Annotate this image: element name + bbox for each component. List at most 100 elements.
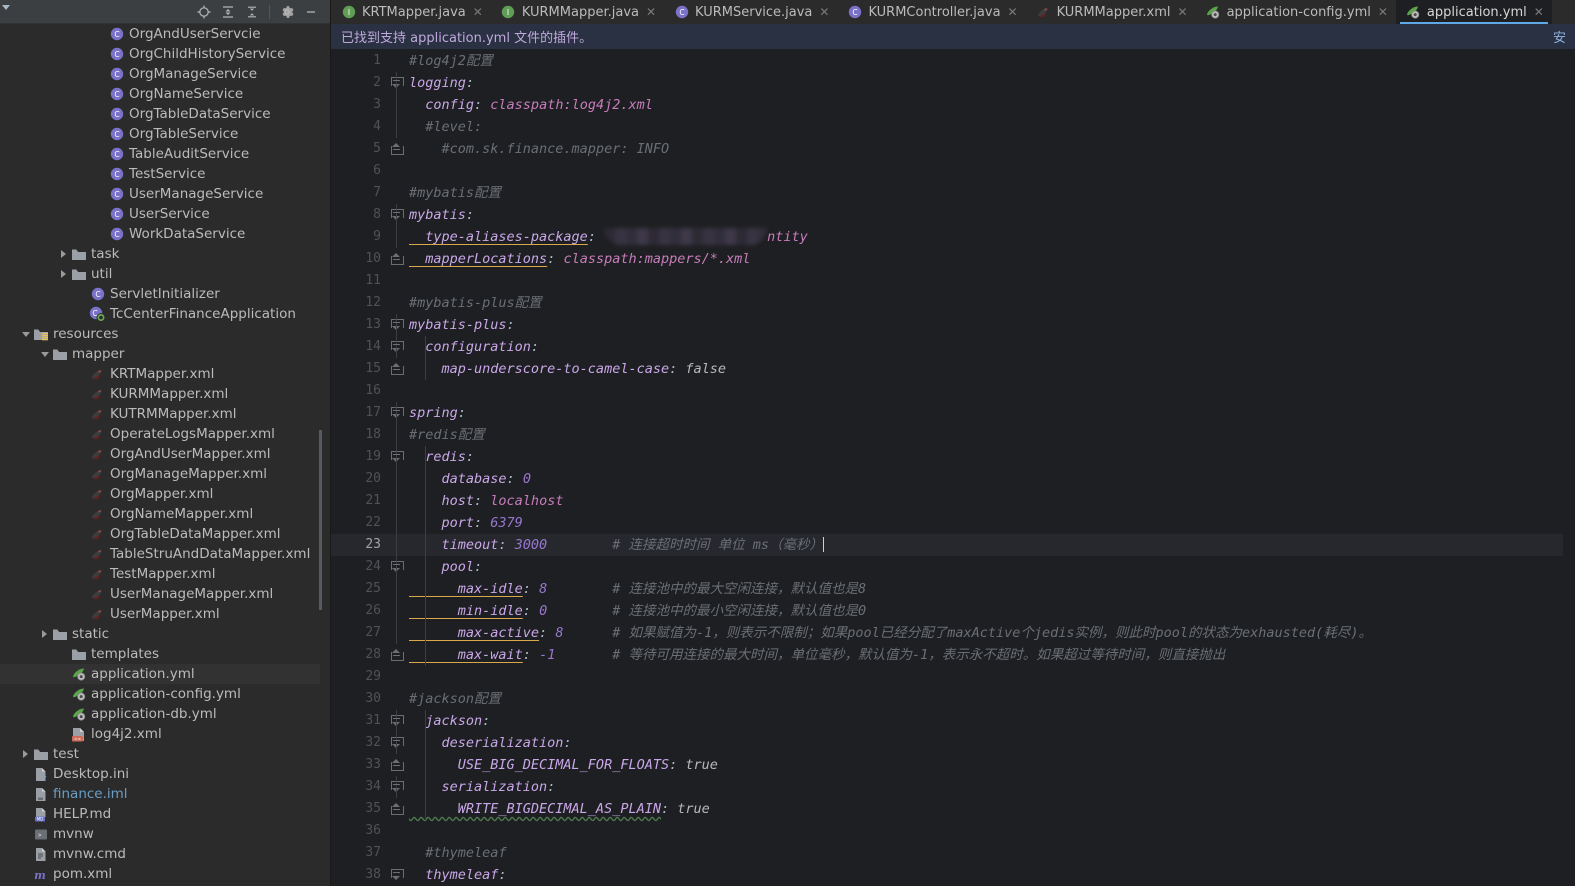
tree-item[interactable]: C TcCenterFinanceApplication [0, 304, 330, 324]
tree-item[interactable]: C ServletInitializer [0, 284, 330, 304]
editor-tab-kurmcontroller-java[interactable]: C KURMController.java ✕ [837, 0, 1025, 24]
code-line[interactable]: host: localhost [403, 490, 1575, 512]
tree-item[interactable]: resources [0, 324, 330, 344]
collapse-all-icon[interactable] [241, 2, 263, 22]
expand-all-icon[interactable] [217, 2, 239, 22]
tool-window-chevron-icon[interactable] [2, 5, 10, 10]
tab-close-icon[interactable]: ✕ [1178, 5, 1188, 19]
tree-item[interactable]: OrgNameMapper.xml [0, 504, 330, 524]
tree-item[interactable]: C OrgManageService [0, 64, 330, 84]
tree-item[interactable]: MD HELP.md [0, 804, 330, 824]
code-line[interactable]: mapperLocations: classpath:mappers/*.xml [403, 248, 1575, 270]
code-line[interactable]: serialization: [403, 776, 1575, 798]
tree-item[interactable]: C UserManageService [0, 184, 330, 204]
code-line[interactable]: database: 0 [403, 468, 1575, 490]
tree-item[interactable]: OperateLogsMapper.xml [0, 424, 330, 444]
tree-item[interactable]: C OrgTableService [0, 124, 330, 144]
tree-expand-arrow-icon[interactable] [38, 344, 51, 364]
tree-item[interactable]: TableStruAndDataMapper.xml [0, 544, 330, 564]
editor-marker-gutter[interactable] [1563, 50, 1575, 886]
editor-tab-application-yml[interactable]: application.yml ✕ [1395, 0, 1552, 24]
tree-item[interactable]: C OrgChildHistoryService [0, 44, 330, 64]
editor-tab-kurmmapper-java[interactable]: I KURMMapper.java ✕ [491, 0, 664, 24]
code-line[interactable]: deserialization: [403, 732, 1575, 754]
code-line[interactable]: mybatis-plus: [403, 314, 1575, 336]
minimize-icon[interactable] [300, 2, 322, 22]
tree-item[interactable]: OrgTableDataMapper.xml [0, 524, 330, 544]
code-line[interactable]: thymeleaf: [403, 864, 1575, 886]
editor-tab-bar[interactable]: I KRTMapper.java ✕ I KURMMapper.java ✕ C KURMSe… [331, 0, 1575, 24]
code-line[interactable]: #mybatis配置 [403, 182, 1575, 204]
tree-item[interactable]: C UserService [0, 204, 330, 224]
code-line[interactable]: USE_BIG_DECIMAL_FOR_FLOATS: true [403, 754, 1575, 776]
tree-item[interactable]: application-config.yml [0, 684, 330, 704]
tree-item[interactable]: OrgManageMapper.xml [0, 464, 330, 484]
sidebar-scrollbar[interactable] [319, 430, 322, 610]
code-line[interactable]: #thymeleaf [403, 842, 1575, 864]
settings-gear-icon[interactable] [276, 2, 298, 22]
tree-item[interactable]: util [0, 264, 330, 284]
tree-expand-arrow-icon[interactable] [19, 324, 32, 344]
fold-end-icon[interactable] [391, 649, 404, 661]
tree-item[interactable]: TestMapper.xml [0, 564, 330, 584]
code-line[interactable]: WRITE_BIGDECIMAL_AS_PLAIN: true [403, 798, 1575, 820]
editor-tab-kurmmapper-xml[interactable]: KURMMapper.xml ✕ [1026, 0, 1196, 24]
code-line[interactable]: mybatis: [403, 204, 1575, 226]
code-line[interactable]: #com.sk.finance.mapper: INFO [403, 138, 1575, 160]
tree-expand-arrow-icon[interactable] [57, 244, 70, 264]
code-line[interactable] [403, 820, 1575, 842]
tab-close-icon[interactable]: ✕ [819, 5, 829, 19]
tree-item[interactable]: C TestService [0, 164, 330, 184]
code-line[interactable]: spring: [403, 402, 1575, 424]
code-line[interactable]: type-aliases-package: ntity [403, 226, 1575, 248]
tree-item[interactable]: test [0, 744, 330, 764]
code-line[interactable] [403, 380, 1575, 402]
notification-action-link[interactable]: 安 [1553, 27, 1567, 46]
code-line[interactable]: #redis配置 [403, 424, 1575, 446]
code-line[interactable]: port: 6379 [403, 512, 1575, 534]
code-line[interactable]: #log4j2配置 [403, 50, 1575, 72]
tree-item[interactable]: C OrgTableDataService [0, 104, 330, 124]
code-line[interactable]: min-idle: 0 # 连接池中的最小空闲连接，默认值也是0 [403, 600, 1575, 622]
tree-item[interactable]: task [0, 244, 330, 264]
tree-item[interactable]: OrgMapper.xml [0, 484, 330, 504]
tree-item[interactable]: C OrgNameService [0, 84, 330, 104]
code-line[interactable]: jackson: [403, 710, 1575, 732]
tab-close-icon[interactable]: ✕ [646, 5, 656, 19]
fold-end-icon[interactable] [391, 143, 404, 155]
code-line[interactable]: redis: [403, 446, 1575, 468]
tree-item[interactable]: finance.iml [0, 784, 330, 804]
code-folding-gutter[interactable] [389, 50, 404, 886]
code-line[interactable]: #mybatis-plus配置 [403, 292, 1575, 314]
tree-item[interactable]: C TableAuditService [0, 144, 330, 164]
code-editor[interactable]: 1 2 3 4 5 6 7 8 9 10 11 12 13 14 15 16 17 18 19 20 21 22 23 24 2… [331, 50, 1575, 886]
tab-close-icon[interactable]: ✕ [1534, 5, 1544, 19]
code-line[interactable]: config: classpath:log4j2.xml [403, 94, 1575, 116]
code-line[interactable]: logging: [403, 72, 1575, 94]
tab-close-icon[interactable]: ✕ [473, 5, 483, 19]
code-line[interactable]: pool: [403, 556, 1575, 578]
tree-item[interactable]: ? Desktop.ini [0, 764, 330, 784]
editor-tab-kurmservice-java[interactable]: C KURMService.java ✕ [664, 0, 837, 24]
code-line[interactable]: max-idle: 8 # 连接池中的最大空闲连接，默认值也是8 [403, 578, 1575, 600]
code-line[interactable] [403, 270, 1575, 292]
tree-item[interactable]: UserManageMapper.xml [0, 584, 330, 604]
tree-expand-arrow-icon[interactable] [19, 744, 32, 764]
tab-close-icon[interactable]: ✕ [1008, 5, 1018, 19]
tree-expand-arrow-icon[interactable] [57, 264, 70, 284]
tree-item[interactable]: mvnw.cmd [0, 844, 330, 864]
fold-end-icon[interactable] [391, 363, 404, 375]
tree-item[interactable]: KUTRMMapper.xml [0, 404, 330, 424]
tree-item[interactable]: C OrgAndUserServcie [0, 24, 330, 44]
tree-item[interactable]: <> log4j2.xml [0, 724, 330, 744]
tree-item-selected[interactable]: application.yml [0, 664, 330, 684]
editor-tab-application-config-yml[interactable]: application-config.yml ✕ [1196, 0, 1396, 24]
tree-item[interactable]: templates [0, 644, 330, 664]
locate-icon[interactable] [193, 2, 215, 22]
tree-expand-arrow-icon[interactable] [38, 624, 51, 644]
tree-item[interactable]: C WorkDataService [0, 224, 330, 244]
code-line[interactable]: #jackson配置 [403, 688, 1575, 710]
fold-end-icon[interactable] [391, 759, 404, 771]
code-line[interactable]: map-underscore-to-camel-case: false [403, 358, 1575, 380]
tree-item[interactable]: KURMMapper.xml [0, 384, 330, 404]
